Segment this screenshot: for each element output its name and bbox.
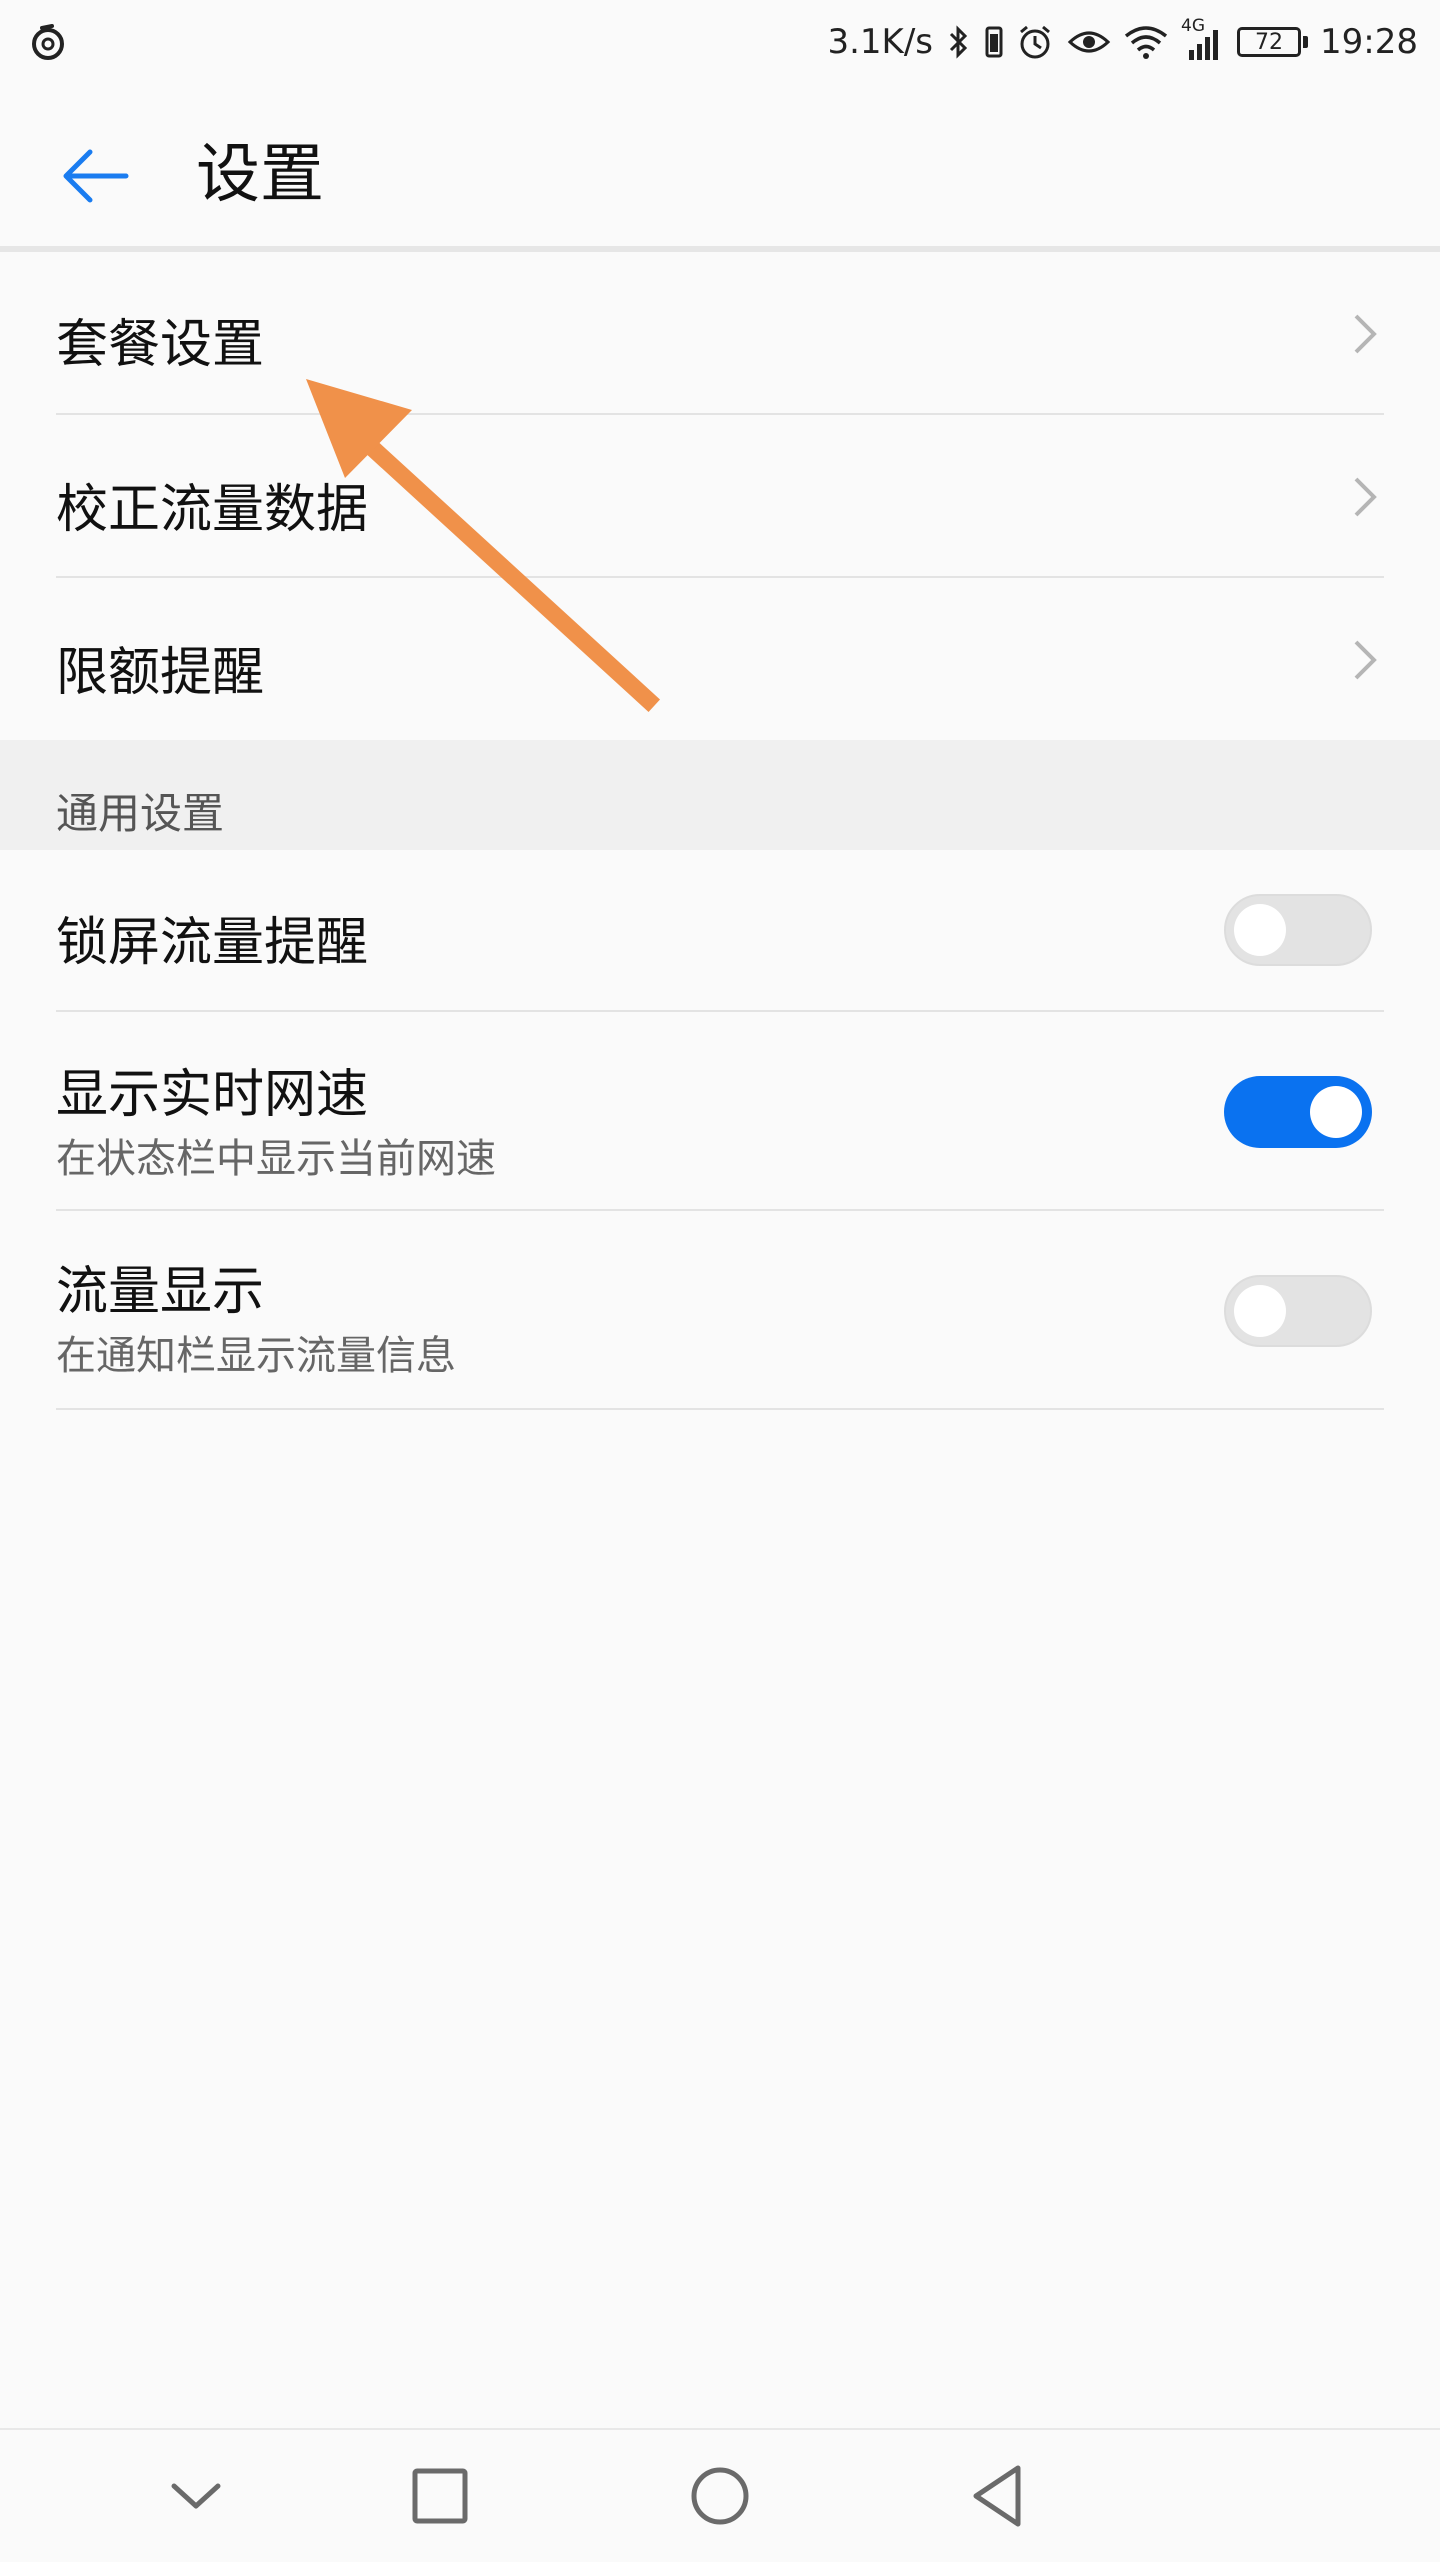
item-label: 校正流量数据 xyxy=(56,480,369,540)
netease-icon xyxy=(32,24,64,60)
collapse-icon[interactable] xyxy=(156,2456,236,2536)
list-item-traffic-display[interactable]: 流量显示 在通知栏显示流量信息 xyxy=(0,1211,1440,1409)
item-label: 套餐设置 xyxy=(56,315,265,375)
toggle-knob xyxy=(1234,904,1286,956)
divider xyxy=(56,1408,1384,1410)
signal-icon: 4G xyxy=(1181,16,1225,64)
list-item-lockscreen-reminder[interactable]: 锁屏流量提醒 xyxy=(0,850,1440,1010)
net-speed: 3.1K/s xyxy=(827,22,934,62)
toggle-knob xyxy=(1310,1086,1362,1138)
chevron-right-icon xyxy=(1354,640,1377,680)
status-icons: 3.1K/s 4G 72 19:28 xyxy=(827,16,1418,66)
item-subtitle: 在状态栏中显示当前网速 xyxy=(56,1136,496,1182)
alarm-icon xyxy=(1020,25,1050,59)
list-item-limit-reminder[interactable]: 限额提醒 xyxy=(0,578,1440,740)
item-label: 限额提醒 xyxy=(56,643,265,703)
section-general: 通用设置 xyxy=(0,740,1440,850)
recent-apps-icon[interactable] xyxy=(400,2456,480,2536)
item-subtitle: 在通知栏显示流量信息 xyxy=(56,1333,456,1379)
wifi-icon xyxy=(1124,26,1168,59)
chevron-right-icon xyxy=(1354,477,1377,517)
item-label: 锁屏流量提醒 xyxy=(56,913,369,973)
item-label: 显示实时网速 xyxy=(56,1065,369,1125)
back-icon[interactable] xyxy=(958,2456,1038,2536)
chevron-right-icon xyxy=(1354,314,1377,354)
home-icon[interactable] xyxy=(680,2456,760,2536)
traffic-display-toggle[interactable] xyxy=(1224,1275,1372,1347)
vibrate-icon xyxy=(985,26,1003,58)
arrow-left-icon[interactable] xyxy=(56,136,136,216)
item-label: 流量显示 xyxy=(56,1262,265,1322)
bluetooth-icon xyxy=(949,25,968,59)
list-item-calibrate-data[interactable]: 校正流量数据 xyxy=(0,415,1440,577)
list-item-realtime-speed[interactable]: 显示实时网速 在状态栏中显示当前网速 xyxy=(0,1012,1440,1210)
page-title: 设置 xyxy=(196,138,324,212)
status-bar: 3.1K/s 4G 72 19:28 xyxy=(0,0,1440,86)
realtime-speed-toggle[interactable] xyxy=(1224,1076,1372,1148)
battery-icon: 72 xyxy=(1237,27,1309,57)
list-item-package-settings[interactable]: 套餐设置 xyxy=(0,252,1440,414)
navigation-bar xyxy=(0,2428,1440,2562)
eye-icon xyxy=(1067,31,1111,53)
lockscreen-reminder-toggle[interactable] xyxy=(1224,894,1372,966)
battery-level: 72 xyxy=(1255,29,1284,55)
clock: 19:28 xyxy=(1320,22,1418,62)
toggle-knob xyxy=(1234,1285,1286,1337)
section-label: 通用设置 xyxy=(56,789,225,838)
app-header: 设置 xyxy=(0,86,1440,246)
